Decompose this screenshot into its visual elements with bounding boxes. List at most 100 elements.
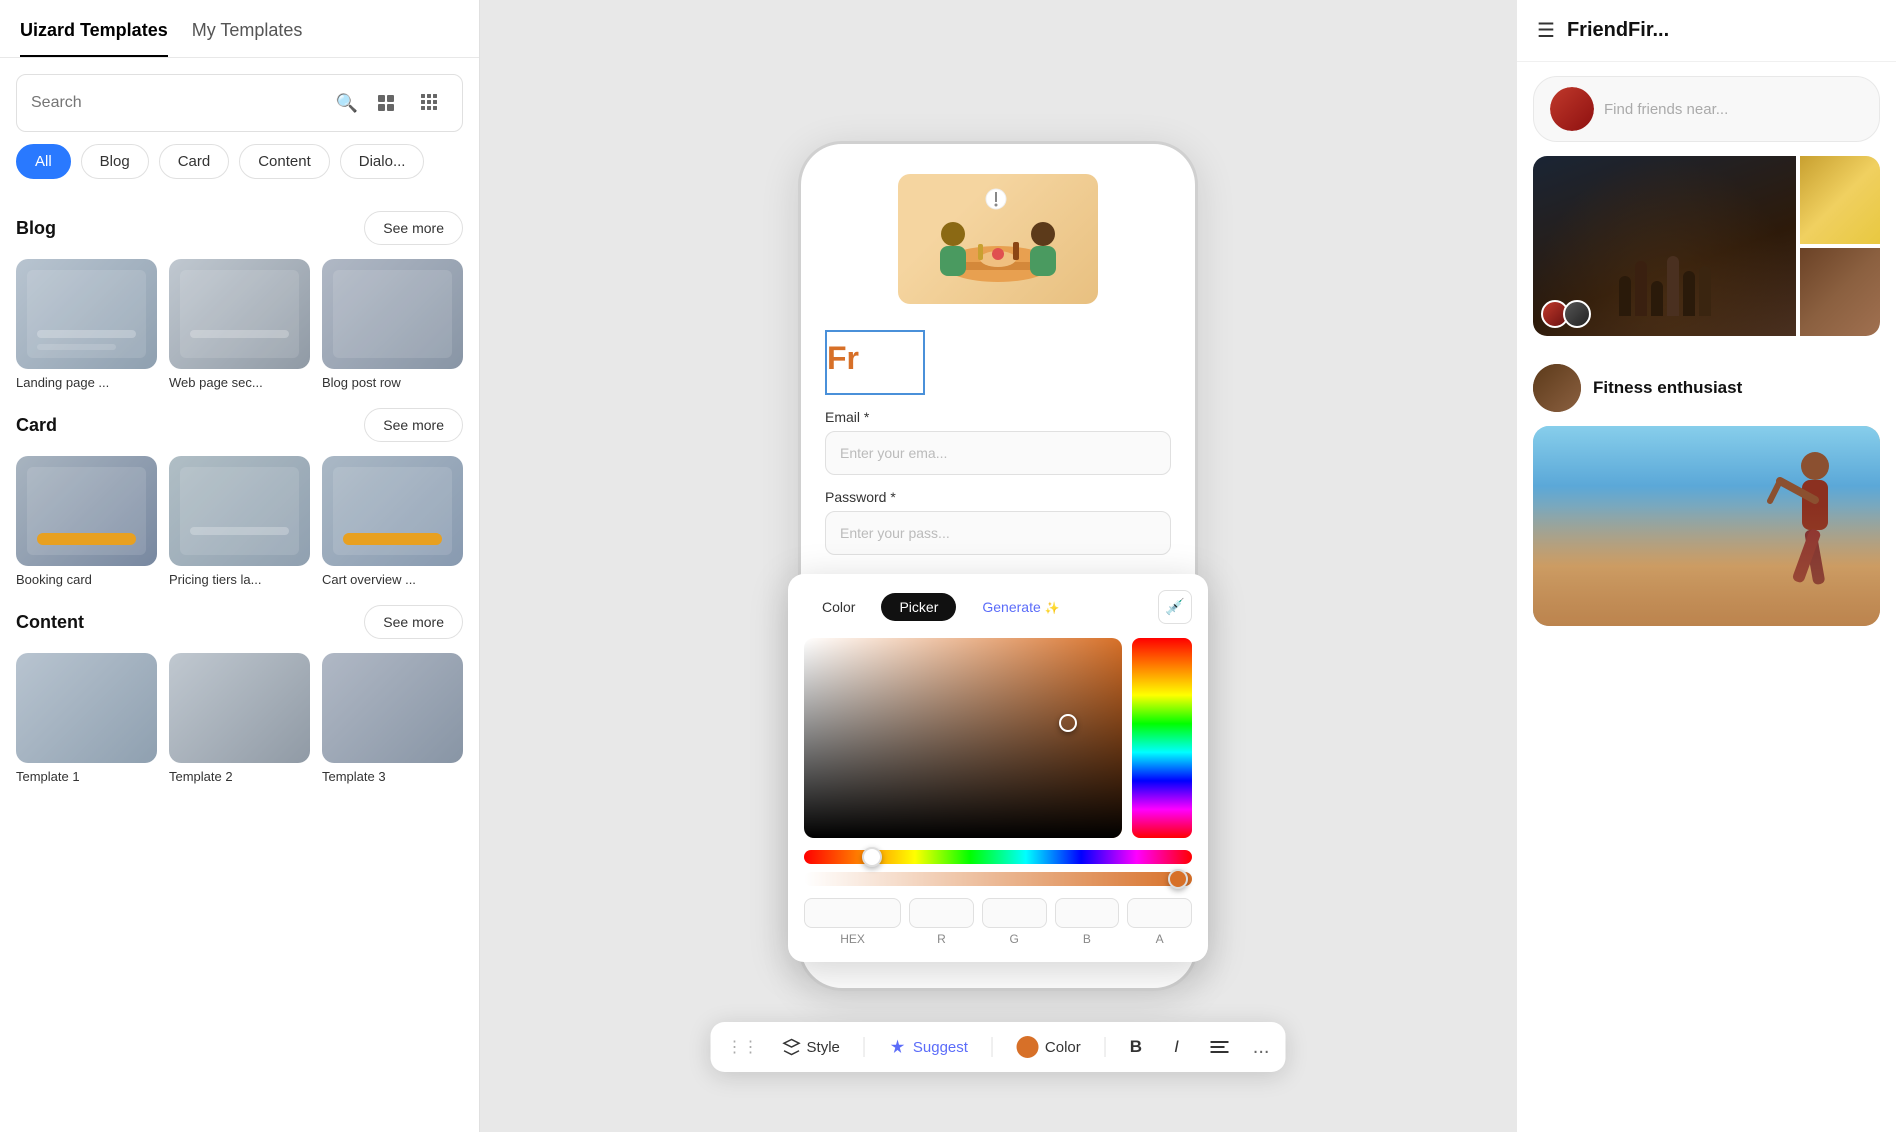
separator [1105, 1037, 1106, 1057]
slider-area [804, 850, 1192, 886]
side-image-1 [1800, 156, 1880, 244]
filter-chips: All Blog Card Content Dialo... [0, 144, 479, 193]
template-label: Template 2 [169, 769, 310, 784]
template-thumb [169, 456, 310, 566]
gradient-cursor[interactable] [1059, 714, 1077, 732]
r-label: R [937, 932, 946, 946]
a-value-group: 100 A [1127, 898, 1192, 946]
middle-panel: Fr Email * Enter your ema... Password * … [480, 0, 1516, 1132]
a-input[interactable]: 100 [1127, 898, 1192, 928]
tabs-header: Uizard Templates My Templates [0, 0, 479, 58]
password-input[interactable]: Enter your pass... [825, 511, 1171, 555]
left-panel: Uizard Templates My Templates 🔍 [0, 0, 480, 1132]
template-card[interactable]: Template 3 [322, 653, 463, 784]
section-header-card: Card See more [16, 408, 463, 442]
a-label: A [1156, 932, 1164, 946]
r-value-group: 215 R [909, 898, 974, 946]
email-label: Email * [825, 409, 1171, 425]
find-friends-input[interactable]: Find friends near... [1604, 101, 1728, 118]
template-card[interactable]: Template 1 [16, 653, 157, 784]
chip-dialog[interactable]: Dialo... [340, 144, 425, 179]
hex-input[interactable]: D77028 [804, 898, 901, 928]
hex-value-group: D77028 HEX [804, 898, 901, 946]
g-value-group: 112 G [982, 898, 1047, 946]
hue-bar [1132, 638, 1192, 838]
illustration-image [898, 174, 1098, 304]
b-label: B [1083, 932, 1091, 946]
template-label: Pricing tiers la... [169, 572, 310, 587]
concert-image [1533, 156, 1796, 336]
tab-picker[interactable]: Picker [881, 593, 956, 621]
fitness-photo [1533, 426, 1880, 626]
template-card[interactable]: Booking card [16, 456, 157, 587]
template-label: Template 3 [322, 769, 463, 784]
fitness-avatar [1533, 364, 1581, 412]
template-card[interactable]: Blog post row [322, 259, 463, 390]
template-label: Blog post row [322, 375, 463, 390]
search-input[interactable] [31, 94, 326, 112]
fitness-section: Fitness enthusiast [1517, 350, 1896, 426]
style-button[interactable]: Style [775, 1034, 848, 1060]
template-card[interactable]: Cart overview ... [322, 456, 463, 587]
template-thumb [169, 259, 310, 369]
right-panel: ☰ FriendFir... Find friends near... [1516, 0, 1896, 1132]
hue-slider[interactable] [804, 850, 1192, 864]
form-area: Fr Email * Enter your ema... Password * … [801, 314, 1195, 571]
tab-generate[interactable]: Generate ✨ [964, 593, 1077, 621]
collage-avatars [1541, 300, 1591, 328]
person-silhouette [1760, 441, 1850, 626]
template-card[interactable]: Landing page ... [16, 259, 157, 390]
bold-button[interactable]: B [1122, 1033, 1150, 1061]
tab-color[interactable]: Color [804, 593, 873, 621]
b-input[interactable]: 40 [1055, 898, 1120, 928]
chip-card[interactable]: Card [159, 144, 230, 179]
form-title-partial: Fr [825, 330, 925, 395]
template-card[interactable]: Pricing tiers la... [169, 456, 310, 587]
image-collage [1533, 156, 1880, 336]
b-value-group: 40 B [1055, 898, 1120, 946]
color-picker-panel: Color Picker Generate ✨ 💉 [788, 574, 1208, 962]
color-button[interactable]: Color [1009, 1032, 1089, 1062]
chip-content[interactable]: Content [239, 144, 330, 179]
chip-blog[interactable]: Blog [81, 144, 149, 179]
section-title-content: Content [16, 612, 84, 633]
drag-handle-icon: ⋮⋮ [727, 1037, 759, 1057]
search-icon: 🔍 [336, 93, 358, 114]
template-grid-content: Template 1 Template 2 Template 3 [16, 653, 463, 784]
grid-icons [368, 85, 448, 121]
section-header-blog: Blog See more [16, 211, 463, 245]
see-more-card[interactable]: See more [364, 408, 463, 442]
hex-label: HEX [840, 932, 865, 946]
app-title: FriendFir... [1567, 19, 1669, 42]
alpha-slider[interactable] [804, 872, 1192, 886]
email-input[interactable]: Enter your ema... [825, 431, 1171, 475]
template-thumb [322, 653, 463, 763]
more-options-button[interactable]: ... [1253, 1036, 1270, 1059]
tab-my-templates[interactable]: My Templates [192, 20, 303, 57]
r-input[interactable]: 215 [909, 898, 974, 928]
italic-button[interactable]: I [1166, 1033, 1187, 1061]
see-more-content[interactable]: See more [364, 605, 463, 639]
color-gradient-box[interactable] [804, 638, 1122, 838]
hue-thumb[interactable] [862, 847, 882, 867]
template-thumb [16, 456, 157, 566]
tab-uizard-templates[interactable]: Uizard Templates [20, 20, 168, 57]
color-swatch-icon [1017, 1036, 1039, 1058]
side-image-2 [1800, 248, 1880, 336]
grid-large-icon[interactable] [412, 85, 448, 121]
hamburger-icon[interactable]: ☰ [1537, 18, 1555, 43]
template-card[interactable]: Template 2 [169, 653, 310, 784]
template-card[interactable]: Web page sec... [169, 259, 310, 390]
eyedropper-button[interactable]: 💉 [1158, 590, 1192, 624]
template-thumb [322, 456, 463, 566]
suggest-button[interactable]: Suggest [881, 1034, 976, 1060]
picker-tabs: Color Picker Generate ✨ 💉 [804, 590, 1192, 624]
template-label: Landing page ... [16, 375, 157, 390]
template-thumb [169, 653, 310, 763]
alpha-thumb[interactable] [1168, 869, 1188, 889]
grid-small-icon[interactable] [368, 85, 404, 121]
chip-all[interactable]: All [16, 144, 71, 179]
align-button[interactable] [1203, 1036, 1237, 1058]
see-more-blog[interactable]: See more [364, 211, 463, 245]
g-input[interactable]: 112 [982, 898, 1047, 928]
